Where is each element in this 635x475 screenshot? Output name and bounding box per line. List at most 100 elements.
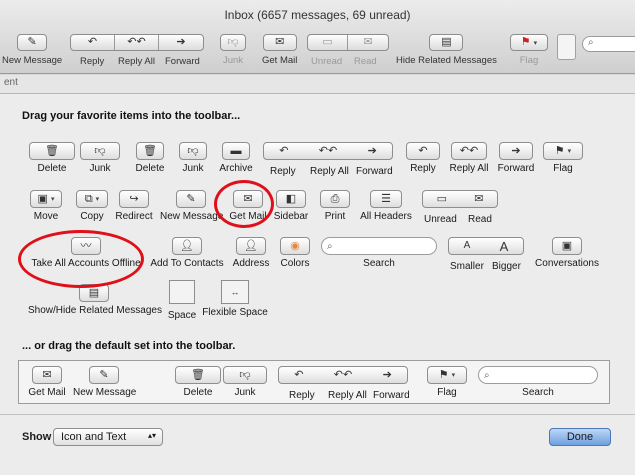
toolbar-spacer-box: [557, 34, 576, 60]
item-sidebar[interactable]: ◧ Sidebar: [272, 190, 310, 222]
reply-all-icon: ↶↶: [451, 142, 487, 160]
item-search[interactable]: ⌕ Search: [320, 237, 438, 269]
sidebar-icon: ◧: [276, 190, 306, 208]
related-icon: ▤: [429, 34, 464, 51]
default-junk: 👎︎ Junk: [223, 366, 267, 398]
divider: [0, 414, 635, 415]
item-archive[interactable]: ▬ Archive: [216, 142, 256, 174]
item-forward-label: Forward: [356, 166, 393, 177]
item-reply[interactable]: ↶ Reply: [404, 142, 442, 174]
item-smaller-label: Smaller: [450, 261, 484, 272]
item-flag[interactable]: ⚑ ▾ Flag: [542, 142, 584, 174]
item-forward[interactable]: ➔ Forward: [494, 142, 538, 174]
item-space[interactable]: Space: [166, 280, 198, 321]
default-reply-all-label: Reply All: [328, 390, 367, 401]
done-button[interactable]: Done: [549, 428, 611, 446]
read-icon[interactable]: ✉: [348, 35, 388, 50]
item-print[interactable]: ⎙ Print: [318, 190, 352, 222]
search-icon: ⌕: [327, 240, 333, 252]
trash-icon: 🗑︎: [136, 142, 164, 160]
item-read-label: Read: [468, 214, 492, 225]
item-add-to-contacts[interactable]: 👤︎ Add To Contacts: [150, 237, 224, 269]
smaller-font-icon: A: [463, 240, 471, 251]
item-move[interactable]: ▣ ▾ Move: [28, 190, 64, 222]
copy-icon: ⧉ ▾: [76, 190, 108, 208]
item-delete[interactable]: 🗑︎ Delete: [28, 142, 76, 174]
toolbar-get-mail[interactable]: ✉ Get Mail: [262, 34, 297, 66]
default-search: ⌕ Search: [477, 366, 599, 398]
junk-icon: 👎︎: [220, 34, 246, 51]
item-unread-label: Unread: [424, 214, 457, 225]
show-label: Show: [22, 431, 52, 443]
item-address[interactable]: 👤︎ Address: [230, 237, 272, 269]
toolbar-reply-group[interactable]: ↶ ↶↶ ➔: [70, 34, 204, 51]
toolbar-junk[interactable]: 👎︎ Junk: [220, 34, 246, 66]
item-colors[interactable]: ◉ Colors: [278, 237, 312, 269]
reply-icon: ↶: [279, 144, 289, 157]
item-reply-all[interactable]: ↶↶ Reply All: [448, 142, 490, 174]
headers-icon: ☰: [370, 190, 402, 208]
default-reply-group: ↶ ↶↶ ➔: [277, 366, 409, 384]
forward-icon[interactable]: ➔: [159, 35, 203, 50]
toolbar-unread-label: Unread: [311, 56, 343, 67]
flag-icon: ⚑ ▾: [510, 34, 548, 51]
toolbar-forward-label: Forward: [165, 56, 200, 67]
trash-icon: 🗑︎: [175, 366, 221, 384]
item-reply-group[interactable]: ↶ ↶↶ ➔: [262, 142, 394, 160]
show-mode-value: Icon and Text: [61, 431, 127, 443]
conversations-icon: ▣: [552, 237, 582, 255]
toolbar-flag[interactable]: ⚑ ▾ Flag: [510, 34, 548, 66]
read-icon: ✉: [474, 192, 484, 205]
bigger-font-icon: A: [499, 238, 509, 254]
trash-icon: 🗑︎: [29, 142, 75, 160]
toolbar-unread-read[interactable]: ▭ ✉: [307, 34, 389, 51]
item-bigger-label: Bigger: [492, 261, 521, 272]
default-reply-label: Reply: [289, 390, 315, 401]
toolbar-new-message[interactable]: ✎ New Message: [2, 34, 62, 66]
reply-icon[interactable]: ↶: [71, 35, 115, 50]
item-flexible-space[interactable]: ↔ Flexible Space: [202, 280, 268, 318]
item-unread-read[interactable]: ▭ ✉: [420, 190, 500, 208]
toolbar-read-label: Read: [354, 56, 377, 67]
item-all-headers[interactable]: ☰ All Headers: [358, 190, 414, 222]
search-icon: ⌕: [484, 369, 490, 381]
item-junk[interactable]: 👎︎ Junk: [78, 142, 122, 174]
show-mode-select[interactable]: Icon and Text ▴▾: [53, 428, 163, 446]
add-contact-icon: 👤︎: [172, 237, 202, 255]
toolbar-search-field[interactable]: ⌕: [582, 36, 635, 52]
printer-icon: ⎙: [320, 190, 350, 208]
item-copy[interactable]: ⧉ ▾ Copy: [74, 190, 110, 222]
default-get-mail: ✉ Get Mail: [27, 366, 67, 398]
flag-icon: ⚑ ▾: [543, 142, 583, 160]
item-smaller-bigger[interactable]: A A: [446, 237, 526, 255]
toolbar-hide-related[interactable]: ▤ Hide Related Messages: [396, 34, 497, 66]
forward-icon: ➔: [367, 144, 377, 157]
reply-all-icon[interactable]: ↶↶: [115, 35, 159, 50]
redirect-icon: ↪: [119, 190, 149, 208]
envelope-icon: ✉: [32, 366, 62, 384]
thumbs-down-icon: 👎︎: [80, 142, 120, 160]
item-show-hide-related[interactable]: ▤ Show/Hide Related Messages: [28, 284, 162, 316]
default-delete: 🗑︎ Delete: [175, 366, 221, 398]
highlight-circle-get-mail: [214, 180, 274, 228]
forward-icon: ➔: [499, 142, 533, 160]
reply-icon: ↶: [406, 142, 440, 160]
window-toolbar: Inbox (6657 messages, 69 unread) ✎ New M…: [0, 0, 635, 74]
forward-icon: ➔: [382, 368, 392, 381]
background-strip: ent: [0, 75, 635, 93]
window-title: Inbox (6657 messages, 69 unread): [224, 8, 411, 22]
item-junk-single[interactable]: 👎︎ Junk: [176, 142, 210, 174]
item-reply-all-label: Reply All: [310, 166, 349, 177]
default-new-message: ✎ New Message: [73, 366, 136, 398]
item-conversations[interactable]: ▣ Conversations: [534, 237, 600, 269]
default-flag: ⚑ ▾ Flag: [427, 366, 467, 398]
compose-icon: ✎: [17, 34, 48, 51]
default-toolbar-set[interactable]: ✉ Get Mail ✎ New Message 🗑︎ Delete 👎︎ Ju…: [18, 360, 610, 404]
heading-favorite-items: Drag your favorite items into the toolba…: [22, 110, 241, 122]
reply-icon: ↶: [294, 368, 304, 381]
unread-icon[interactable]: ▭: [308, 35, 348, 50]
item-redirect[interactable]: ↪ Redirect: [114, 190, 154, 222]
item-delete-single[interactable]: 🗑︎ Delete: [130, 142, 170, 174]
item-new-message[interactable]: ✎ New Message: [160, 190, 223, 222]
compose-icon: ✎: [176, 190, 206, 208]
